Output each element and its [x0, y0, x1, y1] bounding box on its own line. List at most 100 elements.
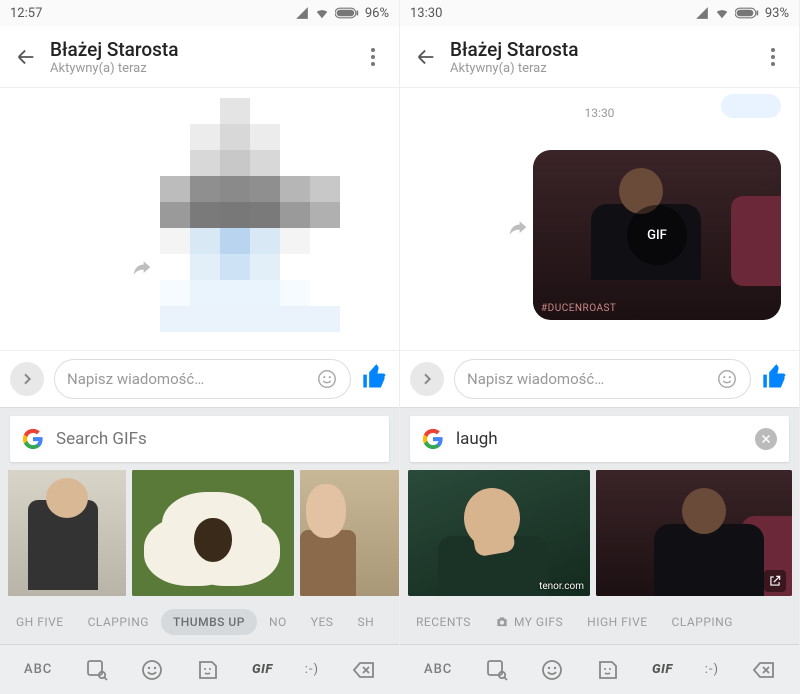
status-time: 12:57	[10, 6, 42, 21]
message-placeholder: Napisz wiadomość…	[467, 370, 716, 388]
forward-icon[interactable]	[132, 258, 152, 278]
status-bar: 12:57 96%	[0, 0, 399, 26]
chevron-right-icon	[19, 371, 35, 387]
back-button[interactable]	[6, 37, 46, 77]
expand-composer-button[interactable]	[10, 362, 44, 396]
gif-watermark: #DUCENROAST	[541, 303, 616, 314]
status-battery: 93%	[765, 6, 789, 21]
google-logo-icon	[422, 428, 444, 450]
gif-thumb[interactable]	[8, 470, 126, 596]
gif-search-input[interactable]	[456, 429, 743, 449]
emoji-picker-button[interactable]	[540, 658, 564, 682]
category-chip[interactable]: CLAPPING	[660, 609, 745, 635]
wifi-icon	[715, 6, 729, 20]
contact-status: Aktywny(a) teraz	[50, 61, 353, 76]
contact-status: Aktywny(a) teraz	[450, 61, 753, 76]
keyboard-bottom-bar: ABC GIF :-)	[0, 644, 399, 694]
backspace-key[interactable]	[751, 658, 775, 682]
search-tool-button[interactable]	[484, 658, 508, 682]
gif-tab-button[interactable]: GIF	[652, 662, 673, 677]
status-battery: 96%	[365, 6, 389, 21]
app-bar: Błażej Starosta Aktywny(a) teraz	[400, 26, 799, 88]
emoji-icon[interactable]	[716, 368, 738, 390]
gif-thumb[interactable]	[132, 470, 294, 596]
keyboard-bottom-bar: ABC GIF :-)	[400, 644, 799, 694]
message-input[interactable]: Napisz wiadomość…	[454, 359, 751, 399]
arrow-left-icon	[415, 46, 437, 68]
app-bar: Błażej Starosta Aktywny(a) teraz	[0, 26, 399, 88]
category-chip[interactable]: SH	[345, 609, 386, 635]
status-icons: 93%	[695, 6, 789, 21]
back-button[interactable]	[406, 37, 446, 77]
emoticon-tab-button[interactable]: :-)	[305, 662, 319, 677]
phone-left: 12:57 96% Błażej Starosta Aktywny(a) ter…	[0, 0, 400, 694]
clear-search-button[interactable]	[755, 428, 777, 450]
gif-search-input[interactable]	[56, 429, 377, 449]
status-bar: 13:30 93%	[400, 0, 799, 26]
received-message-bubble[interactable]	[721, 94, 781, 118]
gif-results-strip[interactable]	[0, 470, 399, 600]
category-chip[interactable]: GH FIVE	[4, 609, 76, 635]
gif-results-strip[interactable]: tenor.com	[400, 470, 799, 600]
chevron-right-icon	[419, 371, 435, 387]
title-block[interactable]: Błażej Starosta Aktywny(a) teraz	[446, 38, 753, 76]
google-logo-icon	[22, 428, 44, 450]
category-chip[interactable]: HIGH FIVE	[575, 609, 659, 635]
category-chip[interactable]: RECENTS	[404, 609, 483, 635]
expand-composer-button[interactable]	[410, 362, 444, 396]
gif-search-box[interactable]	[410, 416, 789, 462]
title-block[interactable]: Błażej Starosta Aktywny(a) teraz	[46, 38, 353, 76]
sent-gif-message[interactable]: GIF #DUCENROAST	[533, 150, 781, 320]
gif-category-chips: GH FIVECLAPPINGTHUMBS UPNOYESSH	[0, 600, 399, 644]
emoji-icon[interactable]	[316, 368, 338, 390]
message-image-blurred[interactable]	[160, 98, 340, 350]
gif-search-box[interactable]	[10, 416, 389, 462]
overflow-menu-button[interactable]	[353, 37, 393, 77]
gif-attribution: tenor.com	[539, 581, 584, 592]
close-icon	[760, 433, 772, 445]
overflow-menu-button[interactable]	[753, 37, 793, 77]
category-chip[interactable]: YES	[299, 609, 346, 635]
thumbs-up-icon	[361, 363, 389, 391]
thumbs-up-icon	[761, 363, 789, 391]
category-chip[interactable]: CLAPPING	[76, 609, 161, 635]
sticker-picker-button[interactable]	[196, 658, 220, 682]
message-placeholder: Napisz wiadomość…	[67, 370, 316, 388]
arrow-left-icon	[15, 46, 37, 68]
sticker-picker-button[interactable]	[596, 658, 620, 682]
like-button[interactable]	[361, 363, 389, 395]
like-button[interactable]	[761, 363, 789, 395]
gif-play-overlay[interactable]: GIF	[627, 205, 687, 265]
gif-category-chips: RECENTSMY GIFSHIGH FIVECLAPPING	[400, 600, 799, 644]
gif-tab-button[interactable]: GIF	[252, 662, 273, 677]
composer: Napisz wiadomość…	[400, 350, 799, 408]
wifi-icon	[315, 6, 329, 20]
signal-icon	[695, 6, 709, 20]
chat-area[interactable]	[0, 88, 399, 350]
gif-thumb[interactable]	[300, 470, 399, 596]
category-chip[interactable]: MY GIFS	[483, 609, 575, 636]
chat-area[interactable]: 13:30 GIF #DUCENROAST	[400, 88, 799, 350]
status-icons: 96%	[295, 6, 389, 21]
category-chip[interactable]: NO	[257, 609, 299, 635]
search-tool-button[interactable]	[84, 658, 108, 682]
backspace-key[interactable]	[351, 658, 375, 682]
abc-key[interactable]: ABC	[424, 662, 452, 677]
emoticon-tab-button[interactable]: :-)	[705, 662, 719, 677]
forward-icon[interactable]	[508, 218, 528, 238]
battery-icon	[735, 6, 759, 20]
open-external-icon[interactable]	[764, 570, 786, 592]
battery-icon	[335, 6, 359, 20]
gif-thumb[interactable]	[596, 470, 792, 596]
emoji-picker-button[interactable]	[140, 658, 164, 682]
composer: Napisz wiadomość…	[0, 350, 399, 408]
contact-name: Błażej Starosta	[50, 38, 353, 61]
gif-thumb[interactable]: tenor.com	[408, 470, 590, 596]
gboard-panel: tenor.com RECENTSMY GIFSHIGH FIVECLAPPIN…	[400, 408, 799, 694]
category-chip[interactable]: THUMBS UP	[161, 609, 257, 635]
phone-right: 13:30 93% Błażej Starosta Aktywny(a) ter…	[400, 0, 800, 694]
gboard-panel: GH FIVECLAPPINGTHUMBS UPNOYESSH ABC GIF …	[0, 408, 399, 694]
abc-key[interactable]: ABC	[24, 662, 52, 677]
message-input[interactable]: Napisz wiadomość…	[54, 359, 351, 399]
status-time: 13:30	[410, 6, 442, 21]
